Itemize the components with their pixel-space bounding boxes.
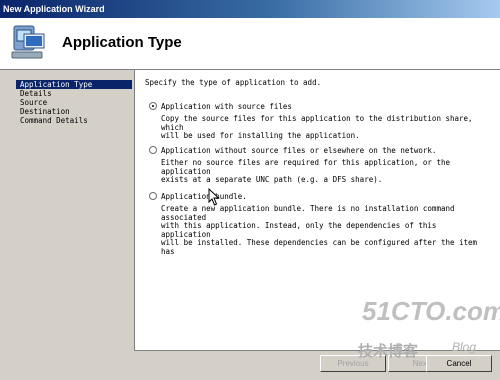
nav-item-destination[interactable]: Destination (16, 107, 132, 116)
nav-item-details[interactable]: Details (16, 89, 132, 98)
desc-line: exists at a separate UNC path (e.g. a DF… (161, 175, 383, 184)
desc-line: with this application. Instead, only the… (161, 221, 437, 239)
nav-item-application-type[interactable]: Application Type (16, 80, 132, 89)
window-titlebar[interactable]: New Application Wizard (0, 0, 500, 18)
window-title: New Application Wizard (3, 4, 105, 14)
desc-line: Create a new application bundle. There i… (161, 204, 455, 222)
mouse-cursor-icon (208, 188, 220, 206)
desc-line: Copy the source files for this applicati… (161, 114, 473, 132)
option-description: Either no source files are required for … (161, 158, 481, 185)
desc-line: will be used for installing the applicat… (161, 131, 360, 140)
option-label[interactable]: Application without source files or else… (161, 146, 436, 155)
option-label[interactable]: Application with source files (161, 102, 292, 111)
nav-item-source[interactable]: Source (16, 98, 132, 107)
watermark-subtext: 技术博客 (358, 343, 419, 360)
option-description: Create a new application bundle. There i… (161, 204, 481, 256)
desc-line: will be installed. These dependencies ca… (161, 238, 478, 256)
wizard-header: Application Type (0, 18, 500, 70)
watermark-blog: Blog (452, 340, 477, 354)
option-label[interactable]: Application bundle. (161, 192, 247, 201)
option-description: Copy the source files for this applicati… (161, 114, 481, 141)
wizard-steps-nav: Application Type Details Source Destinat… (16, 80, 132, 372)
radio-with-source-files[interactable] (149, 102, 157, 110)
watermark-text: 51CTO.com (362, 296, 500, 326)
radio-without-source-files[interactable] (149, 146, 157, 154)
page-title: Application Type (62, 34, 182, 51)
nav-item-command-details[interactable]: Command Details (16, 116, 132, 125)
desc-line: Either no source files are required for … (161, 158, 450, 176)
computer-icon (11, 25, 45, 59)
radio-application-bundle[interactable] (149, 192, 157, 200)
watermark: 51CTO.com 技术博客 Blog (352, 296, 500, 368)
instruction-text: Specify the type of application to add. (145, 78, 322, 87)
